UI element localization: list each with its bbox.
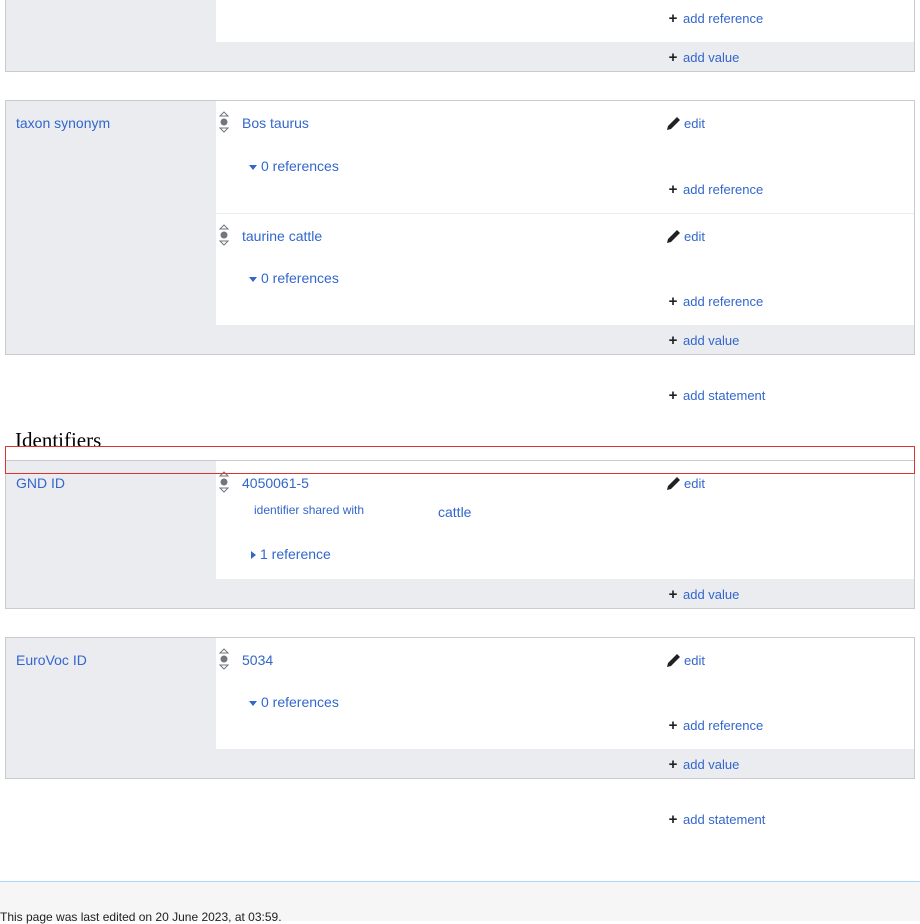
add-value-link[interactable]: + add value [666,586,740,603]
add-reference-link[interactable]: + add reference [666,293,764,310]
qualifier-value[interactable]: cattle [438,504,471,520]
plus-icon: + [668,181,678,198]
plus-icon: + [668,717,678,734]
statement-value[interactable]: 5034 [242,652,273,668]
plus-icon: + [668,387,678,404]
normal-rank-icon[interactable] [218,224,230,246]
statement-bos-taurus: Bos taurus edit 0 references + add refere… [216,101,914,214]
edit-button[interactable]: edit [666,228,705,244]
add-reference-link[interactable]: + add reference [666,10,764,27]
section-heading-identifiers: Identifiers [15,428,102,452]
statement-gnd-id: 4050061-5 edit identifier shared with ca… [216,461,914,579]
plus-icon: + [668,49,678,66]
plus-icon: + [668,586,678,603]
plus-icon: + [668,756,678,773]
edit-button[interactable]: edit [666,115,705,131]
last-edited-text: This page was last edited on 20 June 202… [0,910,282,924]
statement-group-previous: + add reference + add value [5,0,915,72]
statement-value[interactable]: Bos taurus [242,115,309,131]
statement-value[interactable]: taurine cattle [242,228,322,244]
statement-group-gnd-id: GND ID 4050061-5 edit identifier shared … [5,460,915,609]
qualifier-property[interactable]: identifier shared with [254,503,364,517]
property-label-eurovoc-id[interactable]: EuroVoc ID [16,652,87,668]
add-value-link[interactable]: + add value [666,756,740,773]
plus-icon: + [668,811,678,828]
statement-taurine-cattle: taurine cattle edit 0 references + add re… [216,214,914,325]
caret-down-icon [249,700,257,706]
pencil-icon [667,230,680,243]
statement-eurovoc-id: 5034 edit 0 references + add reference [216,638,914,749]
references-toggle[interactable]: 0 references [249,158,339,174]
property-label-gnd-id[interactable]: GND ID [16,475,65,491]
pencil-icon [667,117,680,130]
references-toggle[interactable]: 0 references [249,694,339,710]
plus-icon: + [668,293,678,310]
add-reference-link[interactable]: + add reference [666,717,764,734]
edit-button[interactable]: edit [666,652,705,668]
normal-rank-icon[interactable] [218,471,230,493]
add-statement-link[interactable]: + add statement [666,811,766,828]
normal-rank-icon[interactable] [218,111,230,133]
references-toggle[interactable]: 1 reference [251,546,331,562]
caret-down-icon [249,276,257,282]
plus-icon: + [668,332,678,349]
statement-previous: + add reference [216,0,914,42]
property-label-taxon-synonym[interactable]: taxon synonym [16,115,110,131]
normal-rank-icon[interactable] [218,648,230,670]
references-toggle[interactable]: 0 references [249,270,339,286]
edit-button[interactable]: edit [666,475,705,491]
pencil-icon [667,477,680,490]
statement-value[interactable]: 4050061-5 [242,475,309,491]
add-statement-link[interactable]: + add statement [666,387,766,404]
page-footer: This page was last edited on 20 June 202… [0,881,920,924]
add-value-link[interactable]: + add value [666,332,740,349]
statement-group-taxon-synonym: taxon synonym Bos taurus edit 0 referenc… [5,100,915,355]
plus-icon: + [668,10,678,27]
statement-group-eurovoc-id: EuroVoc ID 5034 edit 0 references + add r… [5,637,915,779]
add-reference-link[interactable]: + add reference [666,181,764,198]
pencil-icon [667,654,680,667]
caret-right-icon [251,551,256,560]
add-value-link[interactable]: + add value [666,49,740,66]
caret-down-icon [249,164,257,170]
